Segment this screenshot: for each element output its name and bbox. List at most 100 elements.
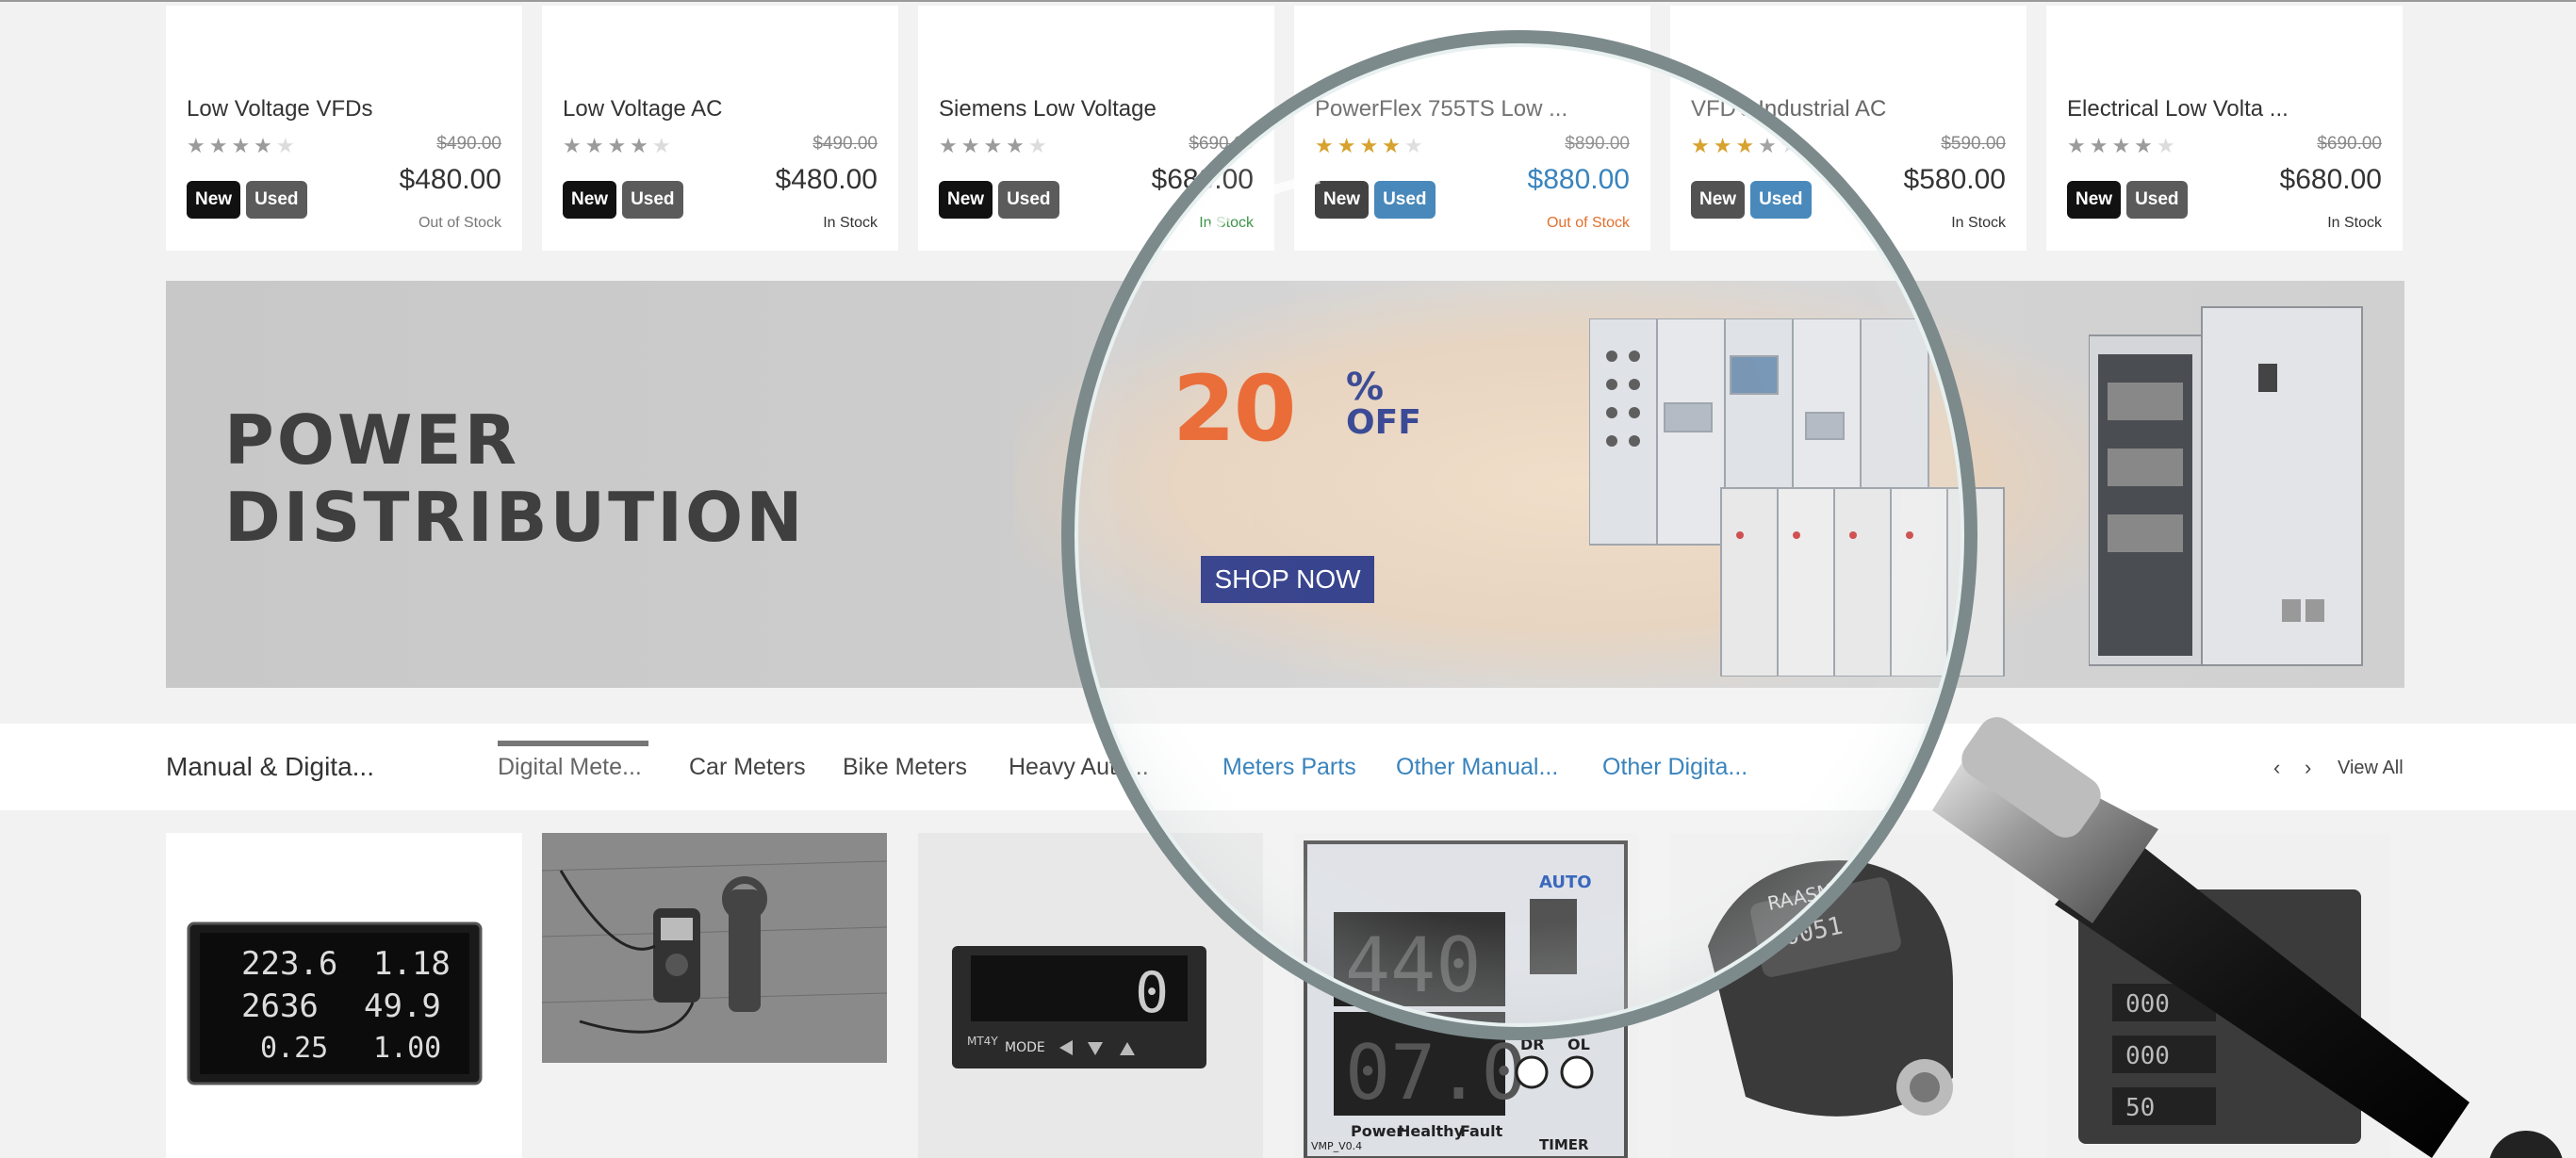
stock-status: In Stock	[823, 215, 878, 231]
stock-status: In Stock	[2327, 215, 2382, 231]
chevron-left-icon[interactable]: ‹	[2273, 756, 2280, 780]
badge-new[interactable]: New	[187, 181, 241, 219]
product-name[interactable]: VFD's Industrial AC	[1691, 96, 1886, 122]
top-border	[0, 0, 2576, 2]
timer-top-display: 440	[1345, 922, 1482, 1009]
banner-title-line-2: DISTRIBUTION	[224, 478, 806, 557]
condition-badges: New Used	[939, 181, 1059, 219]
tab-heavy-auto[interactable]: Heavy Auto...	[1009, 754, 1149, 781]
badge-new[interactable]: New	[1315, 181, 1370, 219]
star-rating: ★★★★★	[2067, 134, 2179, 157]
star-rating: ★★★★★	[1691, 134, 1803, 157]
old-price: $490.00	[436, 134, 501, 154]
badge-used[interactable]: Used	[2126, 181, 2188, 219]
timer-dr-label: DR	[1520, 1036, 1545, 1053]
discount-word: OFF	[1346, 403, 1421, 442]
stock-status: In Stock	[1951, 215, 2006, 231]
timer-power-label: Power	[1351, 1122, 1403, 1140]
product-name[interactable]: Low Voltage VFDs	[187, 96, 372, 122]
promo-banner[interactable]: POWER DISTRIBUTION 20 % OFF SHOP NOW	[166, 281, 2404, 688]
fuel-meter-image: RAASM 0051	[1670, 833, 2015, 1158]
product-card[interactable]: Low Voltage VFDs ★★★★★ $490.00 New Used …	[166, 6, 522, 251]
product-card[interactable]: VFD's Industrial AC ★★★★★ $590.00 New Us…	[1670, 6, 2026, 251]
tab-car-meters[interactable]: Car Meters	[689, 754, 806, 781]
panel-controller-image: 0 MT4Y MODE	[918, 833, 1263, 1158]
readout-2: 1.18	[373, 945, 451, 983]
panel-meter-image: 223.6 1.18 2636 49.9 0.25 1.00	[187, 922, 483, 1085]
readout-6: 1.00	[373, 1032, 441, 1065]
price: $480.00	[399, 164, 501, 195]
condition-badges: New Used	[563, 181, 683, 219]
old-price: $690.00	[1189, 134, 1254, 154]
product-tile-timer[interactable]: 440 07.0 AUTO DR OL Power Healthy Fault …	[1294, 833, 1639, 1158]
timer-fault-label: Fault	[1460, 1122, 1503, 1140]
section-title[interactable]: Manual & Digita...	[166, 752, 374, 782]
star-rating: ★★★★★	[187, 134, 299, 157]
old-price: $890.00	[1565, 134, 1630, 154]
tab-bike-meters[interactable]: Bike Meters	[843, 754, 967, 781]
badge-new[interactable]: New	[2067, 181, 2122, 219]
category-tabs-bar: Manual & Digita... Digital Mete... Car M…	[0, 724, 2576, 810]
condition-badges: New Used	[1691, 181, 1812, 219]
stock-status: Out of Stock	[1546, 215, 1630, 231]
tab-digital-meters[interactable]: Digital Mete...	[498, 754, 642, 781]
badge-used[interactable]: Used	[1750, 181, 1812, 219]
timer-bottom-display: 07.0	[1345, 1029, 1527, 1117]
badge-used[interactable]: Used	[1374, 181, 1436, 219]
controller-digit: 0	[1135, 960, 1169, 1026]
price: $680.00	[2279, 164, 2382, 195]
stock-status: Out of Stock	[418, 215, 501, 231]
product-tile-panel-controller[interactable]: 0 MT4Y MODE	[918, 833, 1263, 1158]
product-tile-digital-controller[interactable]: 000 000 50	[2046, 833, 2391, 1158]
readout-1: 223.6	[241, 945, 337, 983]
product-card[interactable]: Siemens Low Voltage ★★★★★ $690.00 New Us…	[918, 6, 1274, 251]
product-card[interactable]: Electrical Low Volta ... ★★★★★ $690.00 N…	[2046, 6, 2403, 251]
price: $680.00	[1151, 164, 1254, 195]
star-rating: ★★★★★	[563, 134, 675, 157]
readout-4: 49.9	[364, 987, 441, 1025]
old-price: $690.00	[2317, 134, 2382, 154]
product-tile-panel-meter[interactable]: 223.6 1.18 2636 49.9 0.25 1.00	[166, 833, 522, 1158]
product-name[interactable]: Siemens Low Voltage	[939, 96, 1157, 122]
banner-title: POWER DISTRIBUTION	[224, 401, 805, 556]
badge-used[interactable]: Used	[998, 181, 1059, 219]
tab-other-digital[interactable]: Other Digita...	[1602, 754, 1747, 781]
product-name[interactable]: PowerFlex 755TS Low ...	[1315, 96, 1567, 122]
badge-used[interactable]: Used	[246, 181, 307, 219]
shop-now-button[interactable]: SHOP NOW	[1201, 556, 1374, 603]
price: $480.00	[775, 164, 878, 195]
badge-new[interactable]: New	[939, 181, 993, 219]
badge-used[interactable]: Used	[622, 181, 683, 219]
active-tab-indicator	[498, 741, 648, 746]
timer-model-label: VMP_V0.4	[1311, 1140, 1362, 1152]
controller-label: MT4Y	[967, 1035, 998, 1048]
product-card[interactable]: Low Voltage AC ★★★★★ $490.00 New Used $4…	[542, 6, 898, 251]
tab-other-manual[interactable]: Other Manual...	[1396, 754, 1558, 781]
scroll-top-button[interactable]	[2488, 1131, 2564, 1158]
product-name[interactable]: Low Voltage AC	[563, 96, 722, 122]
product-card[interactable]: PowerFlex 755TS Low ... ★★★★★ $890.00 Ne…	[1294, 6, 1650, 251]
controller-readout-2: 000	[2125, 1042, 2170, 1070]
tab-meters-parts[interactable]: Meters Parts	[1222, 754, 1356, 781]
timer-image: 440 07.0 AUTO DR OL Power Healthy Fault …	[1304, 840, 1628, 1158]
badge-new[interactable]: New	[1691, 181, 1746, 219]
readout-5: 0.25	[260, 1032, 328, 1065]
product-tile-fuel-meter[interactable]: RAASM 0051	[1670, 833, 2015, 1158]
badge-new[interactable]: New	[563, 181, 617, 219]
star-rating: ★★★★★	[939, 134, 1051, 157]
multimeter-photo	[542, 833, 887, 1063]
price: $580.00	[1903, 164, 2006, 195]
product-name[interactable]: Electrical Low Volta ...	[2067, 96, 2289, 122]
stock-status: In Stock	[1199, 215, 1254, 231]
condition-badges: New Used	[187, 181, 307, 219]
cabinet-image	[2089, 306, 2363, 666]
product-tile-multimeter[interactable]	[542, 833, 887, 1063]
condition-badges: New Used	[1315, 181, 1436, 219]
chevron-right-icon[interactable]: ›	[2305, 756, 2311, 780]
timer-ol-label: OL	[1567, 1036, 1590, 1053]
view-all-link[interactable]: View All	[2338, 758, 2404, 779]
discount-number: 20	[1173, 356, 1297, 462]
controller-readout-1: 000	[2125, 990, 2170, 1019]
price: $880.00	[1527, 164, 1630, 195]
timer-timer-label: TIMER	[1539, 1136, 1589, 1153]
